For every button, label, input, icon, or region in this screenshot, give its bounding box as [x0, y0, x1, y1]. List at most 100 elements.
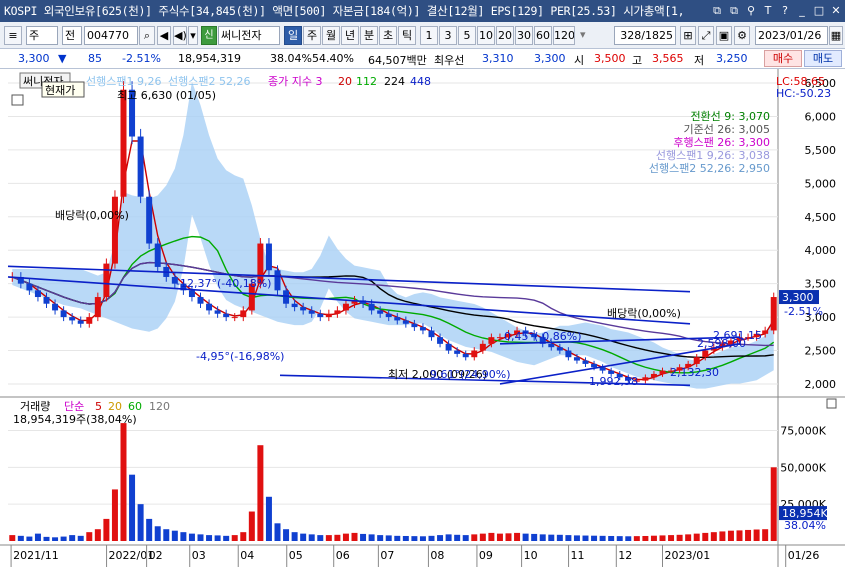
volume-bar — [419, 536, 426, 541]
volume-ma-value-20: 20 — [108, 400, 122, 413]
candle-body — [642, 377, 649, 381]
interval-tab-1[interactable]: 1 — [420, 26, 438, 45]
maximize-icon[interactable]: □ — [812, 3, 826, 18]
price-tick-label: 5,000 — [805, 177, 837, 190]
period-tab-4[interactable]: 분 — [360, 26, 378, 45]
interval-tab-30[interactable]: 30 — [515, 26, 533, 45]
save-icon[interactable]: ▣ — [716, 26, 732, 45]
candle-body — [146, 196, 153, 244]
chart-canvas[interactable]: 2,0002,5003,0003,5004,0004,5005,0005,500… — [0, 69, 845, 567]
volume-bar — [445, 534, 452, 541]
volume-bar — [385, 535, 392, 541]
period-type-select[interactable]: 주 — [26, 26, 58, 45]
ichimoku-legend-item: 선행스팬1 9,26: 3,038 — [656, 149, 770, 162]
volume-bar — [60, 536, 67, 541]
sound-dropdown-icon[interactable]: ▾ — [188, 26, 198, 45]
period-tab-6[interactable]: 틱 — [398, 26, 416, 45]
close-icon[interactable]: ✕ — [829, 3, 843, 18]
current-pct-marker-label: -2.51% — [784, 305, 823, 318]
candle-body — [368, 303, 375, 311]
volume-bar — [308, 534, 315, 541]
candle-body — [265, 243, 272, 271]
calendar-icon — [11, 94, 24, 106]
ichimoku-legend-item: 선행스팬2 52,26: 2,950 — [649, 162, 770, 175]
volume-bar — [94, 529, 101, 541]
volume-bar — [52, 537, 59, 541]
interval-tab-20[interactable]: 20 — [496, 26, 514, 45]
interval-dropdown-icon[interactable]: ▾ — [578, 26, 594, 45]
menu-icon[interactable]: ≡ — [4, 26, 22, 45]
market-scope-select[interactable]: 전 — [62, 26, 82, 45]
volume-bar — [180, 532, 187, 541]
period-tab-2[interactable]: 월 — [322, 26, 340, 45]
period-tab-1[interactable]: 주 — [303, 26, 321, 45]
interval-tab-60[interactable]: 60 — [534, 26, 552, 45]
current-price-tag: 현재가 — [45, 84, 75, 97]
chart-toolbar: ≡ 주 전 004770 ⌕ ◀ ◀) ▾ 신 써니전자 ▾ 328/1825 … — [0, 22, 845, 49]
data-count-field[interactable]: 328/1825 — [614, 26, 676, 45]
volume-bar — [762, 529, 769, 541]
volume-bar — [591, 535, 598, 541]
trade-amount: 64,507백만 — [368, 54, 427, 67]
candle-body — [103, 263, 110, 298]
open-price: 3,500 — [594, 52, 626, 65]
settings-icon[interactable]: ⚙ — [734, 26, 750, 45]
help-icon[interactable]: ? — [778, 3, 792, 18]
ichimoku-span1-label: 선행스팬1 9,26 — [86, 75, 161, 88]
candle-body — [770, 297, 777, 331]
search-icon[interactable]: ⌕ — [139, 26, 155, 45]
pin-icon[interactable]: ⚲ — [744, 3, 758, 18]
buy-button[interactable]: 매수 — [764, 50, 802, 67]
volume-bar — [360, 533, 367, 541]
interval-tab-5[interactable]: 5 — [458, 26, 476, 45]
high-price: 3,565 — [652, 52, 684, 65]
volume-bar — [685, 534, 692, 541]
volume-bar — [240, 532, 247, 541]
volume-bar — [265, 496, 272, 541]
volume-bar — [334, 534, 341, 541]
chart-type-icon[interactable]: ⤢ — [698, 26, 714, 45]
open-label: 시 — [574, 54, 585, 67]
trendline-angle-4: 9,61°(24,90%) — [430, 368, 511, 381]
trendline-point-3: 2,691,15 — [713, 329, 762, 342]
volume-bar — [402, 535, 409, 541]
interval-tab-3[interactable]: 3 — [439, 26, 457, 45]
volume-bar — [573, 535, 580, 541]
period-tab-3[interactable]: 년 — [341, 26, 359, 45]
volume-bar — [719, 531, 726, 541]
interval-tab-10[interactable]: 10 — [477, 26, 495, 45]
restore-icon[interactable]: ⧉ — [710, 3, 724, 18]
low-point-label: 1,992,58 — [589, 375, 638, 388]
zoom-icon[interactable]: ⊞ — [680, 26, 696, 45]
sound-icon[interactable]: ◀) — [173, 26, 187, 45]
text-icon[interactable]: T — [761, 3, 775, 18]
candle-body — [377, 310, 384, 314]
calendar-icon[interactable]: ▦ — [829, 26, 843, 45]
candle-body — [342, 303, 349, 311]
stock-info-text: KOSPI 외국인보유[625(천)] 주식수[34,845(천)] 액면[50… — [4, 4, 685, 18]
minimize-icon[interactable]: _ — [795, 3, 809, 18]
volume-tick-label: 75,000K — [780, 424, 826, 437]
stock-name-field[interactable]: 써니전자 — [218, 26, 280, 45]
ichimoku-legend-item: 기준선 26: 3,005 — [683, 123, 770, 136]
candle-body — [428, 330, 435, 338]
volume-bar — [710, 532, 717, 541]
prev-stock-icon[interactable]: ◀ — [157, 26, 171, 45]
hc-label: HC:-50.23 — [776, 87, 831, 100]
candle-body — [462, 353, 469, 358]
candle-body — [111, 196, 118, 264]
volume-value: 18,954,319 — [178, 52, 241, 65]
stock-code-input[interactable]: 004770 — [84, 26, 138, 45]
volume-tick-label: 50,000K — [780, 461, 826, 474]
bid-price: 3,300 — [534, 52, 566, 65]
interval-tab-120[interactable]: 120 — [553, 26, 575, 45]
stock-chart[interactable]: 2,000 2,500 3,000 3,500 4,000 4,500 5,000 5,500… — [0, 69, 845, 567]
volume-bar — [668, 535, 675, 541]
period-tab-5[interactable]: 초 — [379, 26, 397, 45]
date-input[interactable]: 2023/01/26 — [755, 26, 828, 45]
volume-bar — [188, 533, 195, 541]
period-tab-0[interactable]: 일 — [284, 26, 302, 45]
copy-icon[interactable]: ⧉ — [727, 3, 741, 18]
sell-button[interactable]: 매도 — [804, 50, 842, 67]
candle-body — [308, 310, 315, 314]
